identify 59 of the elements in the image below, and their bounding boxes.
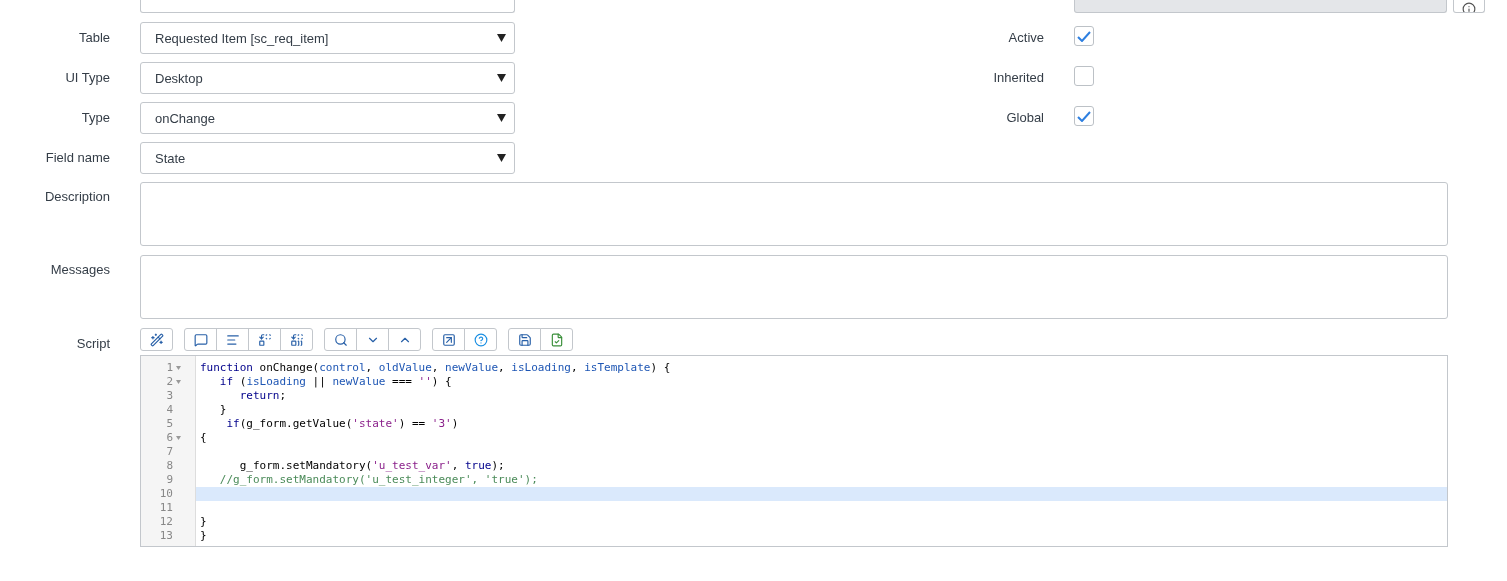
line-number: 8 — [166, 459, 173, 473]
line-number: 13 — [159, 529, 173, 543]
fold-arrow-icon[interactable] — [176, 380, 181, 384]
field-label: UI Type — [64, 69, 110, 85]
select-field[interactable]: onChange — [140, 102, 515, 134]
line-number: 10 — [159, 487, 173, 501]
speech-bubble-icon — [193, 332, 208, 347]
wand-icon — [149, 332, 164, 347]
field-label: Messages — [49, 261, 110, 277]
toolbar-button[interactable] — [280, 328, 313, 351]
text-lines-icon — [225, 332, 240, 347]
search-icon — [333, 332, 348, 347]
name-field[interactable] — [140, 0, 515, 13]
toolbar-button[interactable] — [432, 328, 465, 351]
select-field[interactable]: Requested Item [sc_req_item] — [140, 22, 515, 54]
caret-icon — [497, 74, 506, 82]
document-check-icon — [549, 332, 564, 347]
line-number: 9 — [166, 473, 173, 487]
toolbar-button[interactable] — [464, 328, 497, 351]
line-number: 12 — [159, 515, 173, 529]
toolbar-button[interactable] — [508, 328, 541, 351]
field-label: Script — [75, 335, 110, 351]
toolbar-button[interactable] — [540, 328, 573, 351]
caret-icon — [497, 154, 506, 162]
save-icon — [517, 332, 532, 347]
line-number: 1 — [166, 361, 173, 375]
toolbar-button[interactable] — [248, 328, 281, 351]
toolbar-button[interactable] — [216, 328, 249, 351]
caret-icon — [497, 114, 506, 122]
info-icon — [1462, 2, 1476, 12]
help-icon — [473, 332, 488, 347]
select-field[interactable]: State — [140, 142, 515, 174]
caret-icon — [497, 34, 506, 42]
fold-arrow-icon[interactable] — [176, 366, 181, 370]
line-number: 7 — [166, 445, 173, 459]
fold-arrow-icon[interactable] — [176, 436, 181, 440]
field-label: Global — [1005, 109, 1044, 125]
line-number: 11 — [159, 501, 173, 515]
field-label: Inherited — [992, 69, 1044, 85]
checkbox[interactable] — [1074, 106, 1094, 126]
toolbar-button[interactable] — [184, 328, 217, 351]
field-label: Field name — [44, 149, 110, 165]
field-label: Table — [77, 29, 110, 45]
toolbar-button[interactable] — [324, 328, 357, 351]
line-number: 5 — [166, 417, 173, 431]
toolbar-button[interactable] — [140, 328, 173, 351]
line-number: 4 — [166, 403, 173, 417]
checkbox[interactable] — [1074, 66, 1094, 86]
checkbox[interactable] — [1074, 26, 1094, 46]
select-field[interactable]: Desktop — [140, 62, 515, 94]
field-label: Type — [80, 109, 110, 125]
line-number: 6 — [166, 431, 173, 445]
line-number: 3 — [166, 389, 173, 403]
field-label: Active — [1007, 29, 1044, 45]
replace-all-icon — [289, 332, 304, 347]
line-number: 2 — [166, 375, 173, 389]
field-label: Description — [43, 188, 110, 204]
replace-icon — [257, 332, 272, 347]
info-button[interactable] — [1453, 0, 1485, 13]
